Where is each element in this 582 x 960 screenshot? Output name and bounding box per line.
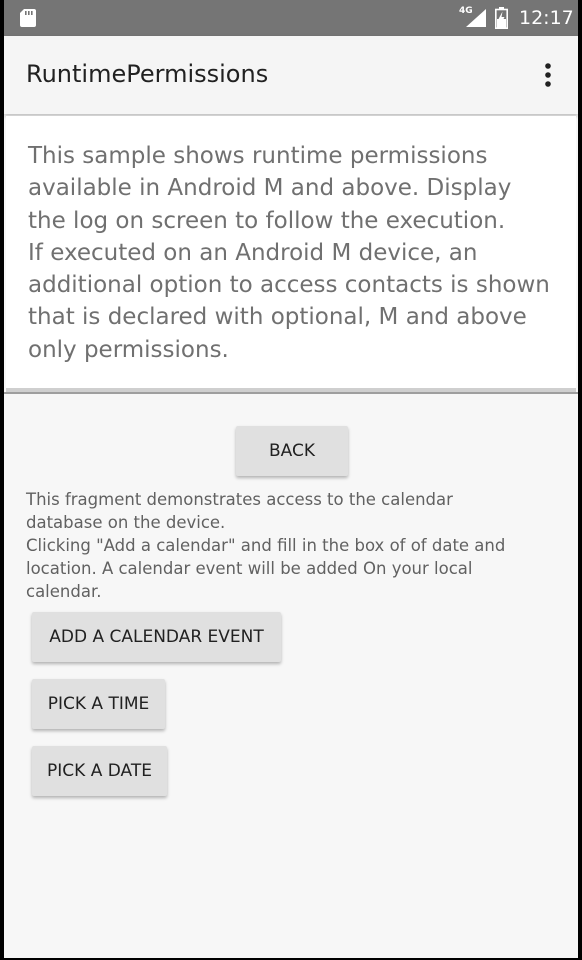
pick-time-button[interactable]: PICK A TIME xyxy=(32,679,165,729)
description-text: This sample shows runtime permissions av… xyxy=(28,143,550,363)
back-button[interactable]: BACK xyxy=(236,426,348,476)
description-card: This sample shows runtime permissions av… xyxy=(6,116,576,392)
fragment-description: This fragment demonstrates access to the… xyxy=(26,490,506,601)
overflow-menu-icon[interactable] xyxy=(538,62,558,90)
app-title: RuntimePermissions xyxy=(26,60,269,88)
sd-card-icon xyxy=(20,9,36,27)
pick-date-button[interactable]: PICK A DATE xyxy=(32,746,167,796)
status-clock: 12:17 xyxy=(519,7,574,29)
signal-icon xyxy=(466,9,486,27)
add-calendar-event-button[interactable]: ADD A CALENDAR EVENT xyxy=(32,612,281,662)
app-bar: RuntimePermissions xyxy=(4,36,578,114)
section-divider xyxy=(4,392,578,394)
app-screen: 4G 12:17 RuntimePermissions This sample … xyxy=(4,0,578,958)
status-bar: 4G 12:17 xyxy=(4,0,578,36)
battery-icon xyxy=(495,7,508,29)
